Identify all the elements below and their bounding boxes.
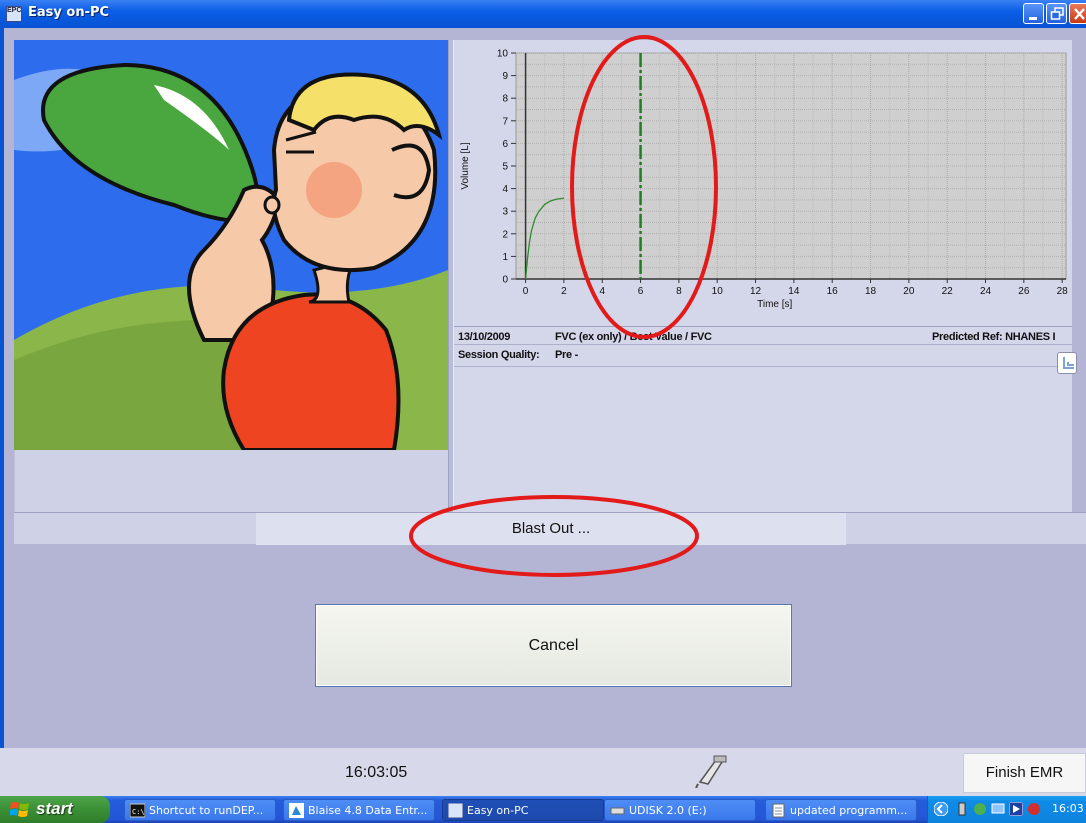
restore-icon (1050, 7, 1064, 20)
chart-x-tick-label: 28 (1057, 286, 1069, 297)
blaise-app-icon (289, 803, 304, 818)
command-prompt-icon: C:\ (130, 803, 145, 818)
illustration-footer-area (14, 450, 448, 512)
windows-taskbar: start C:\ Shortcut to runDEP... Blaise 4… (0, 796, 1086, 823)
taskbar-item-updated-programm[interactable]: updated programm... (765, 799, 917, 821)
test-description: FVC (ex only) / Best Value / FVC (555, 331, 712, 343)
chart-x-tick-label: 0 (523, 286, 529, 297)
chart-y-tick-label: 4 (502, 184, 508, 195)
taskbar-item-rundep[interactable]: C:\ Shortcut to runDEP... (124, 799, 276, 821)
chart-y-tick-label: 9 (502, 71, 508, 82)
session-clock: 16:03:05 (345, 764, 408, 781)
chart-x-tick-label: 24 (980, 286, 992, 297)
predicted-reference: Predicted Ref: NHANES I (932, 331, 1056, 343)
chart-x-tick-label: 14 (788, 286, 800, 297)
notepad-icon (772, 803, 785, 818)
chart-y-tick-label: 6 (502, 139, 508, 150)
chart-x-tick-label: 8 (676, 286, 682, 297)
windows-flag-icon (10, 802, 29, 817)
close-button[interactable] (1069, 3, 1086, 24)
session-quality-label: Session Quality: (458, 349, 540, 361)
removable-drive-icon (610, 807, 625, 815)
chart-y-tick-label: 5 (502, 162, 508, 173)
chart-x-tick-label: 10 (712, 286, 724, 297)
chart-x-tick-label: 26 (1018, 286, 1030, 297)
taskbar-item-label: updated programm... (790, 804, 908, 817)
chart-x-tick-label: 2 (561, 286, 567, 297)
close-icon (1074, 8, 1085, 20)
status-message: Blast Out ... (256, 513, 846, 545)
test-info-row: 13/10/2009 FVC (ex only) / Best Value / … (454, 327, 1072, 345)
window-frame-left (0, 28, 4, 796)
start-button[interactable]: start (0, 796, 110, 823)
minimize-button[interactable] (1023, 3, 1044, 24)
test-date: 13/10/2009 (458, 331, 511, 343)
chart-y-tick-label: 2 (502, 229, 508, 240)
tray-media-icon[interactable] (1009, 802, 1023, 816)
chart-x-tick-label: 4 (599, 286, 605, 297)
tray-usb-icon[interactable] (955, 802, 969, 816)
svg-text:C:\: C:\ (132, 808, 145, 816)
tray-network-icon[interactable] (973, 802, 987, 816)
chart-y-tick-label: 1 (502, 252, 508, 263)
chart-y-axis-label: Volume [L] (460, 142, 471, 189)
start-label: start (36, 799, 73, 818)
expand-icon (1063, 357, 1074, 369)
chart-y-tick-label: 0 (502, 275, 508, 286)
taskbar-item-blaise[interactable]: Blaise 4.8 Data Entr... (283, 799, 435, 821)
restore-button[interactable] (1046, 3, 1067, 24)
taskbar-item-label: Blaise 4.8 Data Entr... (308, 804, 428, 817)
taskbar-clock: 16:03 (1052, 802, 1084, 815)
taskbar-item-label: Shortcut to runDEP... (149, 804, 264, 817)
title-bar[interactable]: EPC Easy on-PC (0, 0, 1086, 28)
instruction-illustration (14, 40, 448, 450)
taskbar-item-udisk[interactable]: UDISK 2.0 (E:) (604, 799, 756, 821)
taskbar-item-easy-on-pc[interactable]: Easy on-PC (442, 799, 604, 821)
taskbar-item-label: Easy on-PC (467, 804, 529, 817)
chart-y-tick-label: 8 (502, 94, 508, 105)
status-bar: Blast Out ... (14, 512, 1086, 545)
app-icon: EPC (6, 6, 22, 22)
minimize-icon (1029, 17, 1037, 20)
screen: EPC Easy on-PC 0 2 4 6 8 10 12 14 16 18 … (0, 0, 1086, 823)
chart-x-tick-label: 16 (827, 286, 839, 297)
volume-time-chart: 0 2 4 6 8 10 12 14 16 18 20 22 24 26 28 0 1 2 3 4 5 6 7 8 9 10 Tim… (454, 40, 1072, 326)
chart-x-tick-label: 22 (942, 286, 954, 297)
chart-y-tick-label: 7 (502, 116, 508, 127)
taskbar-item-label: UDISK 2.0 (E:) (629, 804, 707, 817)
system-tray: 16:03 (927, 796, 1086, 823)
chart-x-tick-label: 18 (865, 286, 877, 297)
footer-bar: 16:03:05 Finish EMR (0, 748, 1086, 796)
chart-x-tick-label: 20 (903, 286, 915, 297)
cancel-button[interactable]: Cancel (315, 604, 792, 687)
session-quality-value: Pre - (555, 349, 578, 361)
volume-time-chart-svg: 0 2 4 6 8 10 12 14 16 18 20 22 24 26 28012345678910Tim… (460, 49, 1069, 311)
tray-expand-icon[interactable] (934, 802, 948, 816)
expand-button[interactable] (1057, 352, 1077, 374)
easy-on-pc-icon (448, 803, 463, 818)
chart-x-axis-label: Time [s] (757, 299, 792, 310)
window-title: Easy on-PC (28, 5, 110, 20)
boy-blowing-balloon-image (14, 40, 448, 450)
tray-monitor-icon[interactable] (991, 802, 1005, 816)
app-icon-label: EPC (7, 7, 22, 14)
test-info-panel: 13/10/2009 FVC (ex only) / Best Value / … (454, 326, 1077, 512)
session-quality-row: Session Quality: Pre - (454, 345, 1072, 367)
finish-emr-button[interactable]: Finish EMR (963, 753, 1086, 793)
chart-x-tick-label: 6 (638, 286, 644, 297)
chart-x-tick-label: 12 (750, 286, 762, 297)
spirometer-device-icon (695, 755, 727, 788)
chart-y-tick-label: 10 (497, 49, 509, 60)
tray-security-icon[interactable] (1027, 802, 1041, 816)
chart-y-tick-label: 3 (502, 207, 508, 218)
